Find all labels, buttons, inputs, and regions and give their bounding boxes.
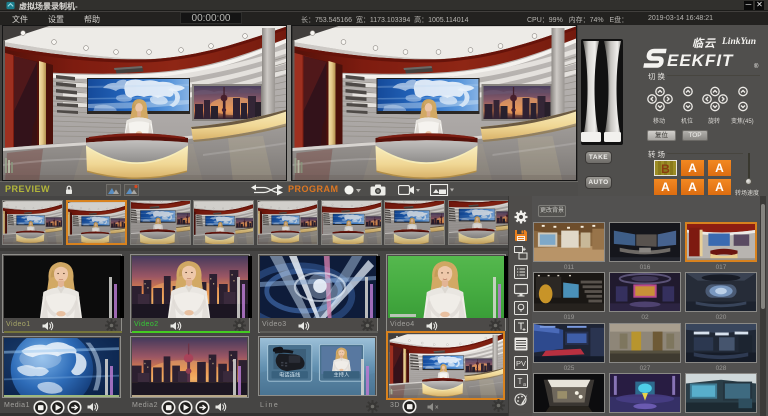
svg-text:T: T bbox=[518, 377, 523, 386]
svg-text:PV: PV bbox=[516, 359, 526, 368]
svg-text:®: ® bbox=[754, 63, 759, 70]
svg-text:a: a bbox=[523, 382, 526, 388]
svg-text:EEKFIT: EEKFIT bbox=[667, 51, 734, 70]
